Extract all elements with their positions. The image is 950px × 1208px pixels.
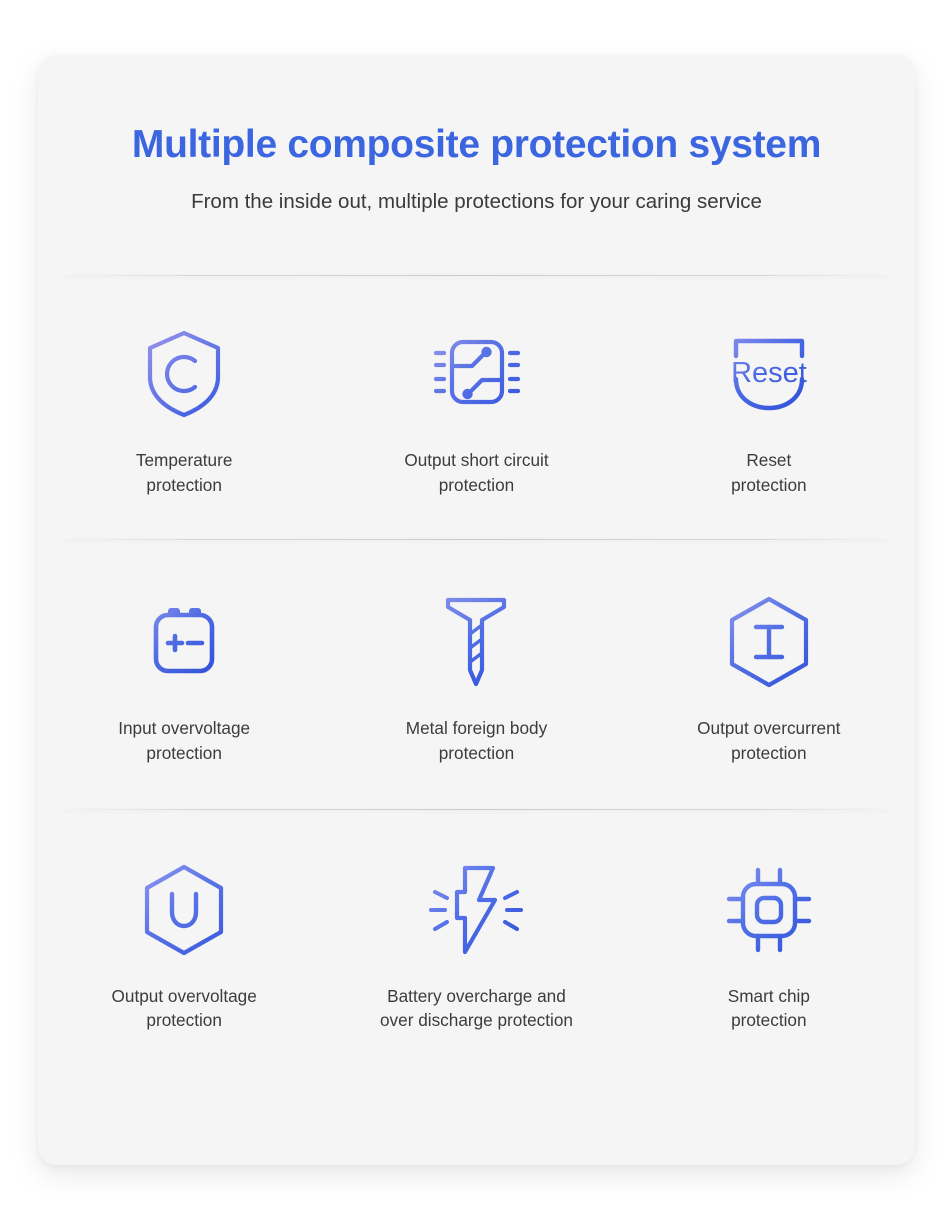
protection-row-1: Temperature protection Output short circ… [38,276,915,539]
protection-item-label: Smart chip protection [727,986,810,1031]
page-title: Multiple composite protection system [131,123,822,166]
protection-item-reset[interactable]: Reset Reset protection [623,324,915,497]
protection-item-label: Input overvoltage protection [118,718,251,763]
protection-item-output-overvoltage[interactable]: Output overvoltage protection [38,860,330,1033]
protection-item-label: Temperature protection [135,450,233,495]
protection-item-output-overcurrent[interactable]: Output overcurrent protection [623,592,915,765]
protection-item-label: Battery overcharge and over discharge pr… [379,986,573,1031]
protection-item-smart-chip[interactable]: Smart chip protection [623,860,915,1033]
card-header: Multiple composite protection system Fro… [38,55,915,215]
page-root: Multiple composite protection system Fro… [0,0,950,1208]
reset-icon-text: Reset [731,357,807,389]
protection-item-label: Metal foreign body protection [405,718,548,763]
screw-nail-icon [436,592,516,692]
protection-grid: Temperature protection Output short circ… [38,215,915,1063]
protection-item-short-circuit[interactable]: Output short circuit protection [330,324,622,497]
protection-item-input-overvoltage[interactable]: Input overvoltage protection [38,592,330,765]
protection-item-battery-overcharge[interactable]: Battery overcharge and over discharge pr… [330,860,622,1033]
protection-row-3: Output overvoltage protection Battery ov… [38,810,915,1063]
lightning-bolt-icon [421,860,531,960]
hexagon-i-icon [723,592,815,692]
protection-item-label: Reset protection [731,450,807,495]
protection-item-label: Output short circuit protection [404,450,549,495]
protection-item-label: Output overcurrent protection [697,718,841,763]
battery-icon [142,592,226,692]
protection-card: Multiple composite protection system Fro… [38,55,915,1165]
shield-c-icon [142,324,226,424]
smart-chip-icon [721,860,817,960]
chip-short-circuit-icon [428,324,524,424]
protection-item-metal-foreign-body[interactable]: Metal foreign body protection [330,592,622,765]
protection-item-label: Output overvoltage protection [111,986,257,1031]
reset-shield-icon: Reset [721,324,817,424]
hexagon-u-icon [138,860,230,960]
protection-item-temperature[interactable]: Temperature protection [38,324,330,497]
page-subtitle: From the inside out, multiple protection… [191,189,762,213]
protection-row-2: Input overvoltage protection Metal forei… [38,540,915,809]
